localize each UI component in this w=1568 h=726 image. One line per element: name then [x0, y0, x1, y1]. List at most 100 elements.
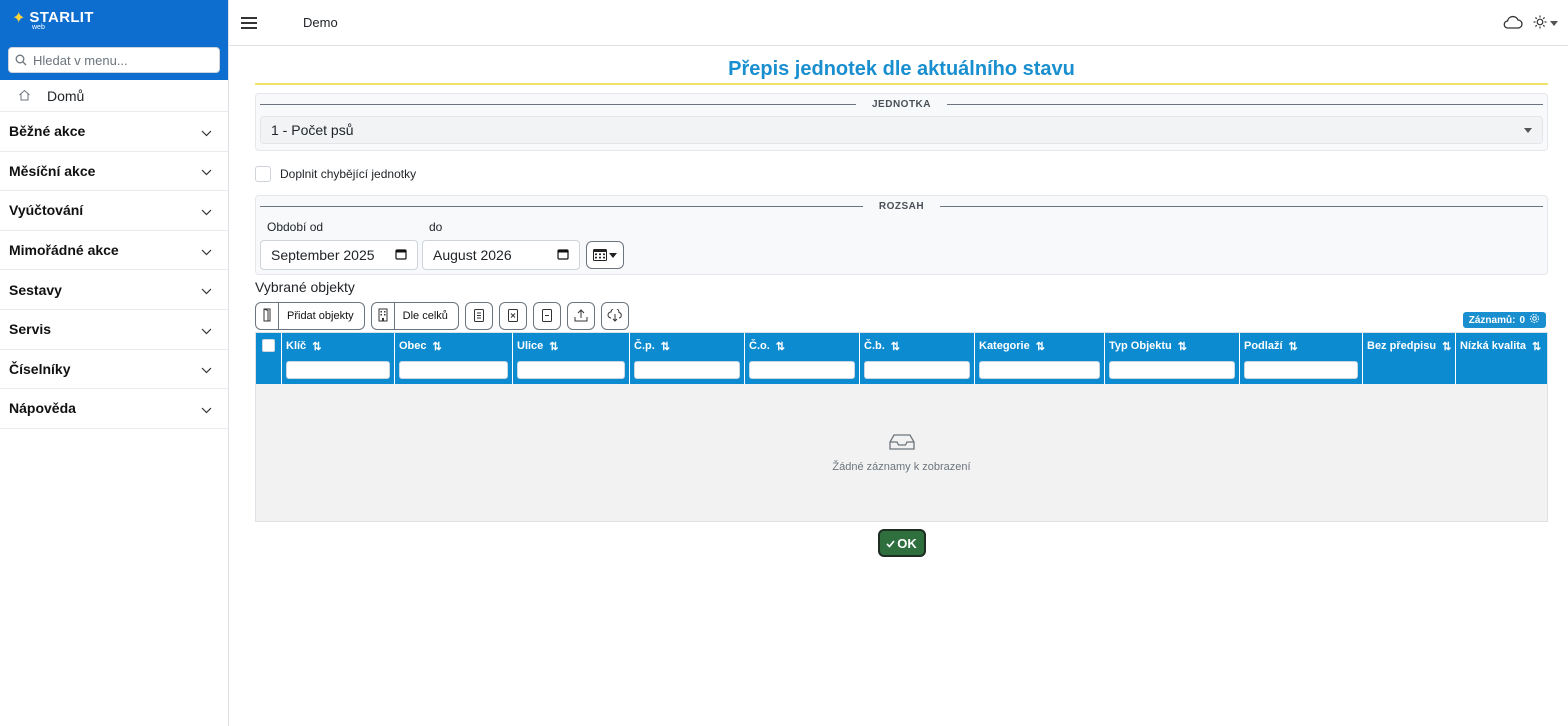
column-filter-input[interactable] [399, 361, 508, 379]
column-filter-input[interactable] [749, 361, 855, 379]
sort-icon[interactable]: ⇅ [661, 340, 670, 353]
column-label: Klíč [286, 340, 307, 352]
column-header[interactable]: Klíč ⇅ [282, 333, 395, 384]
fill-missing-checkbox[interactable] [255, 166, 271, 182]
column-label: Č.b. [864, 340, 885, 352]
column-header[interactable]: Ulice ⇅ [513, 333, 630, 384]
column-filter-input[interactable] [634, 361, 740, 379]
fill-missing-label: Doplnit chybějící jednotky [280, 167, 417, 181]
sort-icon[interactable]: ⇅ [1036, 340, 1045, 353]
sidebar-item-label: Vyúčtování [9, 202, 84, 219]
grid-header: Klíč ⇅ Obec ⇅ Ulice ⇅ Č.p. ⇅ Č.o. ⇅ Č.b. ⇅ Kat… [256, 333, 1547, 384]
calendar-grid-icon [593, 246, 607, 265]
sort-icon[interactable]: ⇅ [891, 340, 900, 353]
caret-down-icon [1550, 21, 1558, 26]
building-icon [378, 308, 388, 325]
sort-icon[interactable]: ⇅ [1442, 340, 1451, 353]
remove-selected-button[interactable] [498, 302, 527, 330]
logo[interactable]: ✦ STARLIT web [12, 10, 94, 32]
sidebar-item-napoveda[interactable]: Nápověda [0, 389, 228, 429]
gear-icon [1529, 313, 1540, 327]
logo-sub: web [32, 24, 45, 31]
menu-search-input[interactable] [33, 52, 213, 68]
select-all-checkbox[interactable] [262, 339, 275, 352]
menu-search[interactable] [8, 47, 220, 73]
ok-button[interactable]: OK [877, 529, 926, 557]
column-filter-input[interactable] [1244, 361, 1358, 379]
clear-list-button[interactable] [532, 302, 561, 330]
column-header[interactable]: Typ Objektu ⇅ [1105, 333, 1240, 384]
hamburger-menu-icon[interactable] [241, 14, 257, 32]
sidebar-item-vyuctovani[interactable]: Vyúčtování [0, 191, 228, 231]
unit-select[interactable]: 1 - Počet psů [260, 116, 1543, 144]
records-label: Záznamů: [1468, 314, 1516, 326]
column-header[interactable]: Nízká kvalita ⇅ [1456, 333, 1547, 384]
sort-icon[interactable]: ⇅ [312, 340, 321, 353]
theme-toggle[interactable] [1533, 14, 1558, 33]
sort-icon[interactable]: ⇅ [1178, 340, 1187, 353]
column-header[interactable]: Bez předpisu ⇅ [1363, 333, 1456, 384]
sort-icon[interactable]: ⇅ [549, 340, 558, 353]
calendar-icon[interactable] [557, 247, 569, 263]
column-filter-input[interactable] [979, 361, 1100, 379]
add-objects-button[interactable]: Přidat objekty [255, 302, 365, 330]
records-count-badge[interactable]: Záznamů: 0 [1462, 312, 1546, 328]
chevron-down-icon [201, 241, 212, 260]
sort-icon[interactable]: ⇅ [776, 340, 785, 353]
chevron-down-icon [201, 161, 212, 180]
column-label: Nízká kvalita [1460, 340, 1527, 352]
sort-icon[interactable]: ⇅ [1289, 340, 1298, 353]
sidebar-item-ciselniky[interactable]: Číselníky [0, 350, 228, 390]
page-title: Přepis jednotek dle aktuálního stavu [728, 58, 1075, 80]
period-to-value: August 2026 [433, 247, 512, 263]
objects-toolbar: Přidat objekty Dle celků Záznamů: 0 [255, 301, 1548, 331]
period-to-input[interactable]: August 2026 [422, 240, 580, 270]
column-header[interactable]: Č.o. ⇅ [745, 333, 860, 384]
import-list-button[interactable] [464, 302, 493, 330]
column-label: Č.o. [749, 340, 770, 352]
upload-button[interactable] [566, 302, 595, 330]
cloud-download-button[interactable] [600, 302, 629, 330]
column-label: Bez předpisu [1367, 340, 1437, 352]
sidebar-item-servis[interactable]: Servis [0, 310, 228, 350]
column-header[interactable]: Kategorie ⇅ [975, 333, 1105, 384]
sidebar-item-bezne-akce[interactable]: Běžné akce [0, 112, 228, 152]
calendar-icon[interactable] [395, 247, 407, 263]
column-header[interactable]: Č.b. ⇅ [860, 333, 975, 384]
column-header[interactable]: Č.p. ⇅ [630, 333, 745, 384]
ok-label: OK [897, 535, 917, 551]
grid-select-all-cell [256, 333, 282, 384]
period-preset-button[interactable] [586, 241, 624, 269]
column-label: Obec [399, 340, 427, 352]
home-icon [18, 86, 31, 105]
range-legend: ROZSAH [256, 196, 1547, 216]
sidebar-item-home[interactable]: Domů [0, 80, 228, 112]
unit-select-value: 1 - Počet psů [271, 122, 354, 138]
sidebar-item-label: Mimořádné akce [9, 242, 119, 259]
column-header[interactable]: Obec ⇅ [395, 333, 513, 384]
column-filter-input[interactable] [517, 361, 625, 379]
search-icon [9, 54, 33, 66]
period-from-input[interactable]: September 2025 [260, 240, 418, 270]
chevron-down-icon [201, 320, 212, 339]
sort-icon[interactable]: ⇅ [1532, 340, 1541, 353]
sidebar: ✦ STARLIT web Domů Běžné akce Měsíční ak… [0, 0, 229, 726]
sidebar-item-mimoradne-akce[interactable]: Mimořádné akce [0, 231, 228, 271]
sidebar-item-sestavy[interactable]: Sestavy [0, 270, 228, 310]
column-filter-input[interactable] [864, 361, 970, 379]
main-content: Přepis jednotek dle aktuálního stavu JED… [255, 46, 1548, 557]
file-list-icon [473, 307, 484, 326]
cloud-icon[interactable] [1503, 14, 1523, 33]
by-units-button[interactable]: Dle celků [370, 302, 459, 330]
column-header[interactable]: Podlaží ⇅ [1240, 333, 1363, 384]
column-filter-input[interactable] [1109, 361, 1235, 379]
sidebar-item-mesicni-akce[interactable]: Měsíční akce [0, 152, 228, 192]
range-row: September 2025 August 2026 [256, 238, 1547, 274]
selected-objects-title: Vybrané objekty [255, 279, 355, 295]
sidebar-item-label: Sestavy [9, 281, 62, 298]
sort-icon[interactable]: ⇅ [433, 340, 442, 353]
topbar: Demo [229, 0, 1568, 46]
sidebar-item-label: Nápověda [9, 400, 76, 417]
column-filter-input[interactable] [286, 361, 390, 379]
chevron-down-icon [201, 359, 212, 378]
